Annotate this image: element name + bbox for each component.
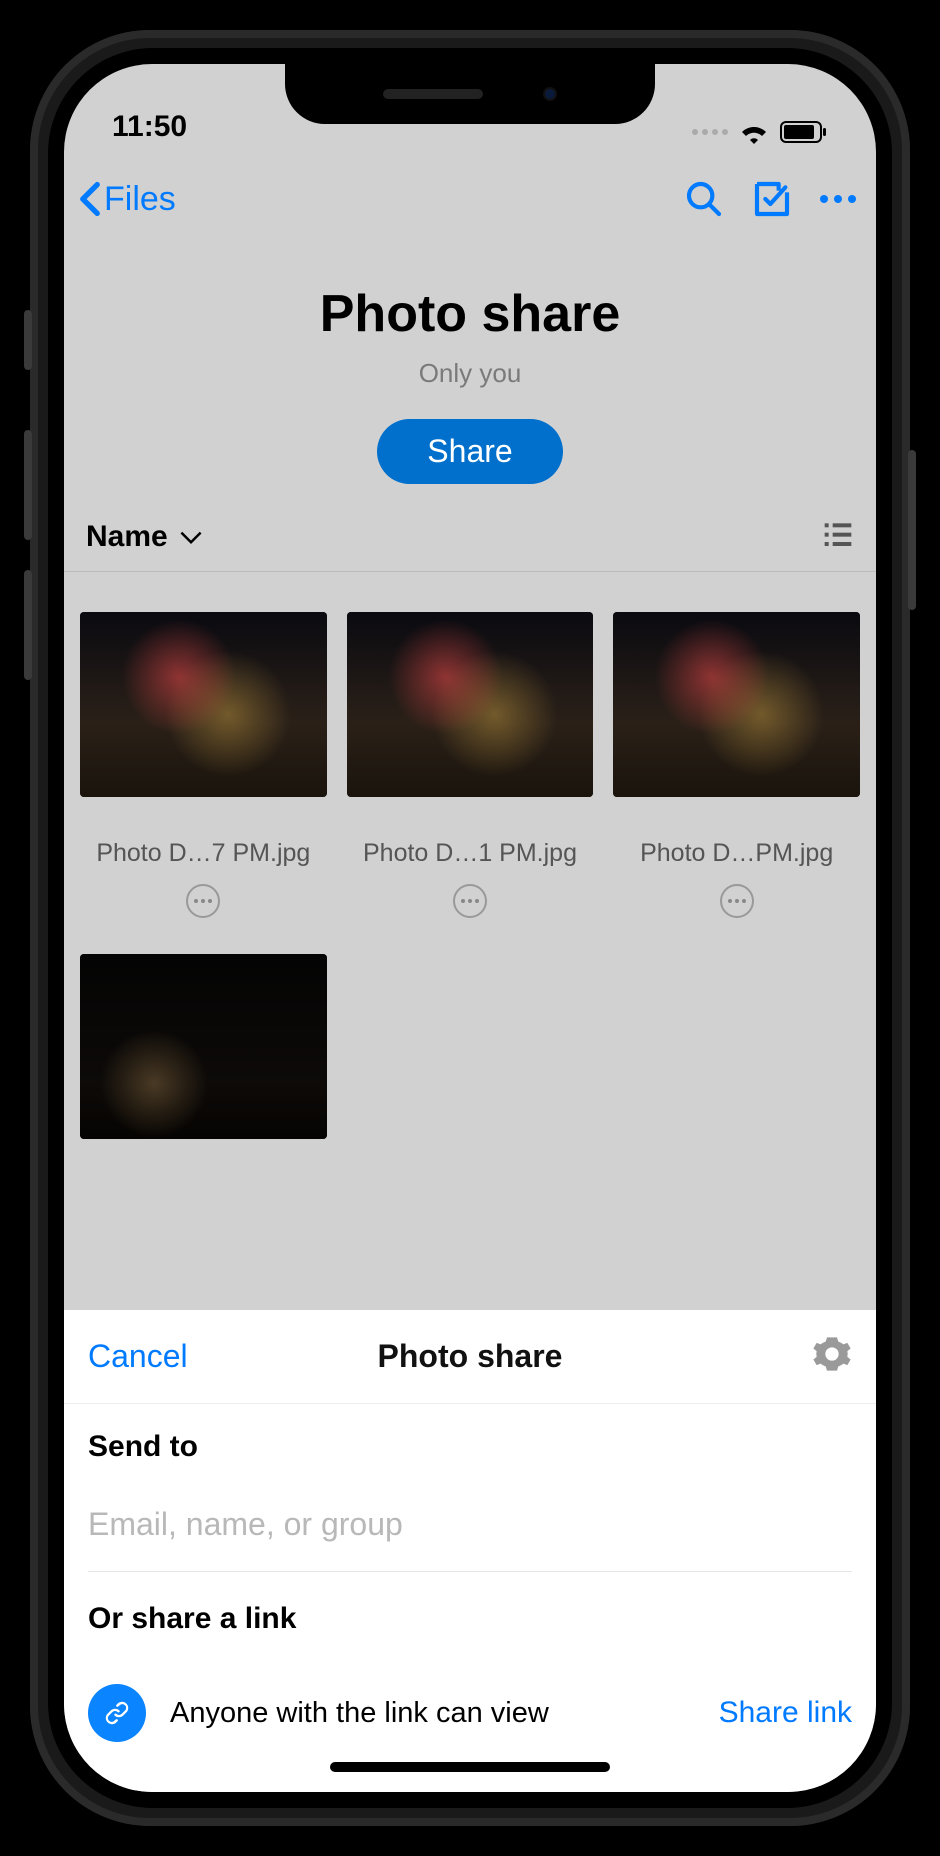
list-view-toggle[interactable]	[822, 518, 854, 555]
back-button[interactable]: Files	[78, 180, 176, 219]
send-to-label: Send to	[88, 1430, 852, 1464]
link-icon	[102, 1698, 132, 1728]
item-more-button[interactable]	[453, 884, 487, 918]
wifi-icon	[738, 120, 770, 144]
search-icon[interactable]	[684, 179, 724, 219]
photo-filename: Photo D…7 PM.jpg	[80, 839, 327, 868]
sort-button[interactable]: Name	[86, 520, 202, 554]
sheet-title: Photo share	[378, 1338, 563, 1375]
chevron-down-icon	[180, 530, 202, 544]
link-icon-badge	[88, 1684, 146, 1742]
gear-icon	[812, 1334, 852, 1374]
battery-icon	[780, 120, 828, 144]
home-indicator[interactable]	[330, 1762, 610, 1772]
back-label: Files	[104, 180, 176, 219]
page-title: Photo share	[64, 284, 876, 344]
item-more-button[interactable]	[186, 884, 220, 918]
photo-thumbnail	[613, 612, 860, 797]
sort-label: Name	[86, 520, 168, 554]
chevron-left-icon	[78, 181, 102, 217]
link-permission-text[interactable]: Anyone with the link can view	[170, 1697, 695, 1730]
share-link-button[interactable]: Share link	[719, 1696, 852, 1730]
or-share-label: Or share a link	[88, 1602, 852, 1636]
photo-thumbnail	[80, 612, 327, 797]
share-button[interactable]: Share	[377, 419, 562, 484]
photo-item[interactable]: Photo D…7 PM.jpg	[80, 612, 327, 918]
item-more-button[interactable]	[720, 884, 754, 918]
page-subtitle: Only you	[64, 358, 876, 389]
settings-button[interactable]	[812, 1334, 852, 1379]
photo-filename: Photo D…1 PM.jpg	[347, 839, 594, 868]
photo-thumbnail	[80, 954, 327, 1139]
photo-item[interactable]	[80, 954, 327, 1139]
recipient-input[interactable]: Email, name, or group	[88, 1490, 852, 1572]
cellular-dots-icon	[692, 129, 728, 135]
photo-filename: Photo D…PM.jpg	[613, 839, 860, 868]
status-time: 11:50	[112, 110, 187, 144]
share-sheet: Cancel Photo share Send to Email, name, …	[64, 1310, 876, 1792]
photo-thumbnail	[347, 612, 594, 797]
device-notch	[285, 64, 655, 124]
more-icon[interactable]	[820, 195, 856, 203]
photo-item[interactable]: Photo D…PM.jpg	[613, 612, 860, 918]
select-checkbox-icon[interactable]	[752, 179, 792, 219]
photo-item[interactable]: Photo D…1 PM.jpg	[347, 612, 594, 918]
cancel-button[interactable]: Cancel	[88, 1338, 188, 1375]
